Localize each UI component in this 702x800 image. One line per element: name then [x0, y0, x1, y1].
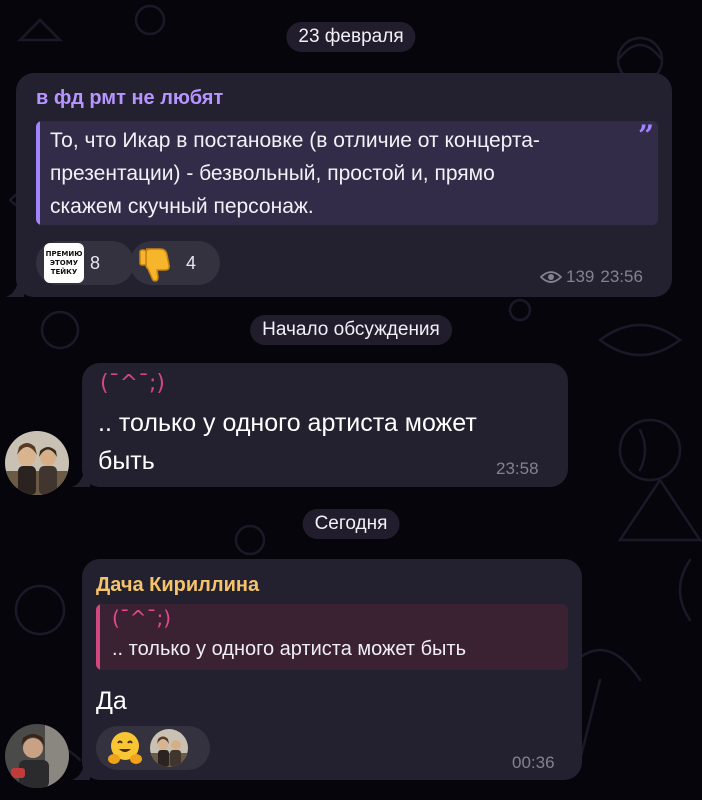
- discussion-separator: Начало обсуждения: [250, 315, 452, 345]
- avatar-reaction-icon: [150, 729, 188, 767]
- message-text: быть: [98, 447, 155, 475]
- message-bubble[interactable]: (¯^¯;) .. только у одного артиста может …: [82, 363, 568, 487]
- bubble-tail: [6, 281, 24, 297]
- reply-text: .. только у одного артиста может быть: [112, 638, 467, 660]
- reaction-count: 8: [90, 252, 101, 273]
- post-time: 23:56: [600, 267, 643, 286]
- sticker-text: ЭТОМУ: [49, 258, 79, 267]
- message-time: 23:58: [496, 459, 539, 478]
- channel-post-bubble[interactable]: в фд рмт не любят То, что Икар в постано…: [16, 73, 672, 297]
- date-separator: Сегодня: [302, 509, 400, 539]
- reaction-count: 4: [186, 252, 197, 273]
- message-bubble[interactable]: Дача Кириллина (¯^¯;) .. только у одного…: [82, 559, 582, 780]
- avatar[interactable]: [5, 431, 69, 495]
- bubble-tail: [72, 471, 90, 487]
- quote-line: скажем скучный персонаж.: [50, 195, 314, 218]
- reaction-premium-sticker[interactable]: ПРЕМИЮ ЭТОМУ ТЕЙКУ 8: [36, 241, 134, 285]
- avatar-photo: [5, 724, 69, 788]
- quote-line: презентации) - безвольный, простой и, пр…: [50, 162, 495, 185]
- reply-block[interactable]: (¯^¯;) .. только у одного артиста может …: [96, 604, 568, 670]
- bubble-tail: [72, 764, 90, 780]
- reply-emoticon: (¯^¯;): [112, 606, 172, 630]
- quote-line: То, что Икар в постановке (в отличие от …: [50, 129, 540, 152]
- sticker-text: ТЕЙКУ: [50, 267, 78, 276]
- date-separator: 23 февраля: [286, 22, 416, 52]
- quote-bar: [36, 121, 40, 225]
- quote-block: То, что Икар в постановке (в отличие от …: [36, 121, 658, 225]
- message-text: .. только у одного артиста может: [98, 409, 477, 437]
- reaction-thumbs-down[interactable]: 4: [130, 241, 220, 285]
- thumbs-down-icon: [139, 248, 170, 282]
- post-meta: 139 23:56: [540, 267, 643, 287]
- message-text: Да: [96, 687, 127, 715]
- avatar[interactable]: [5, 724, 69, 788]
- premium-sticker-icon: ПРЕМИЮ ЭТОМУ ТЕЙКУ: [44, 243, 84, 283]
- sender-name[interactable]: Дача Кириллина: [96, 574, 259, 597]
- views-count: 139: [566, 267, 595, 286]
- channel-name[interactable]: в фд рмт не любят: [36, 87, 223, 110]
- message-emoticon: (¯^¯;): [100, 371, 166, 396]
- quote-mark-icon: ”: [638, 121, 655, 152]
- message-time: 00:36: [512, 753, 555, 772]
- reaction-group[interactable]: [96, 726, 210, 770]
- reply-bar: [96, 604, 100, 670]
- sticker-text: ПРЕМИЮ: [45, 249, 83, 258]
- eye-icon: [540, 271, 562, 283]
- hugging-face-icon: [108, 732, 142, 764]
- avatar-photo: [5, 431, 69, 495]
